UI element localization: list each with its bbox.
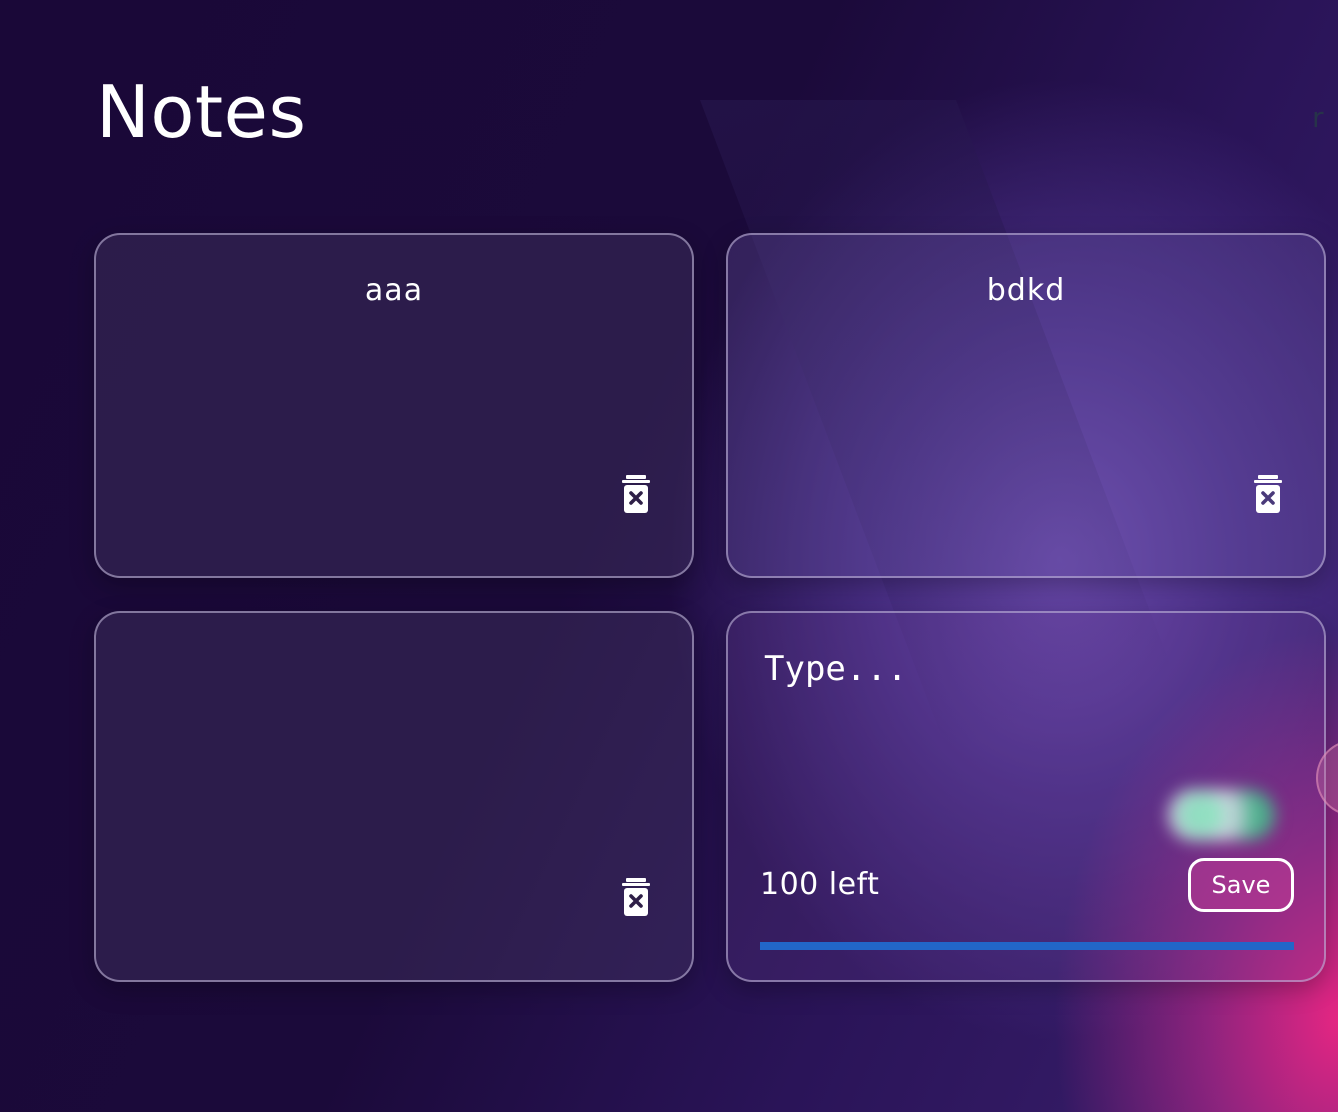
note-text: aaa xyxy=(364,273,424,308)
blurred-decoration xyxy=(1168,789,1276,841)
delete-trash-icon[interactable] xyxy=(622,475,650,513)
char-progress-bar xyxy=(760,942,1294,950)
char-progress-fill xyxy=(760,942,1294,950)
note-text: bdkd xyxy=(986,273,1066,308)
delete-trash-icon[interactable] xyxy=(1254,475,1282,513)
page-title: Notes xyxy=(96,70,307,154)
delete-trash-icon[interactable] xyxy=(622,878,650,916)
corner-glyph: r xyxy=(1312,101,1324,134)
note-card: aaa xyxy=(94,233,694,578)
save-button[interactable]: Save xyxy=(1188,858,1294,912)
chars-left-counter: 100 left xyxy=(760,867,880,902)
note-card xyxy=(94,611,694,982)
note-card: bdkd xyxy=(726,233,1326,578)
new-note-composer: 100 left Save xyxy=(726,611,1326,982)
